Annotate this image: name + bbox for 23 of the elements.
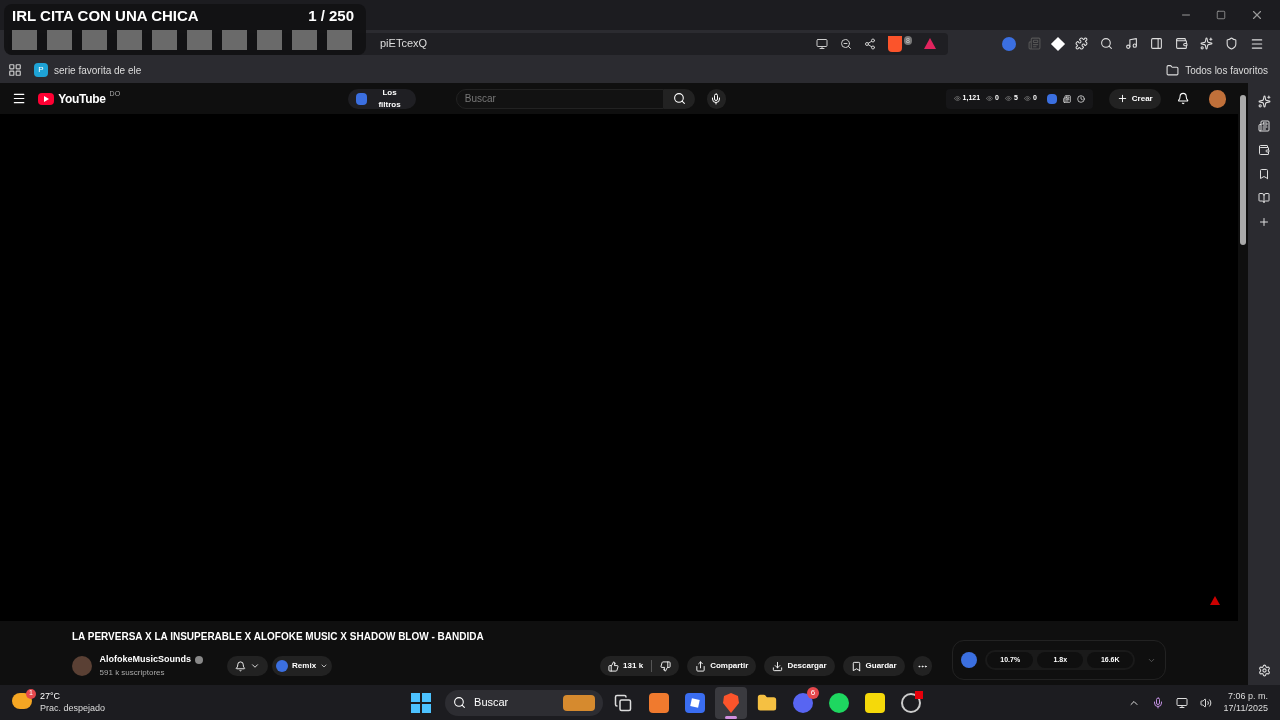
clock-time: 7:06 p. m. xyxy=(1227,691,1268,703)
notification-badge: 6 xyxy=(807,686,820,699)
channel-name[interactable]: AlofokeMusicSounds xyxy=(99,653,192,667)
bookmark[interactable]: P serie favorita de ele xyxy=(34,62,142,78)
url-text: piETcexQ xyxy=(380,36,428,52)
search-text: Buscar xyxy=(474,695,509,711)
filters-button[interactable]: Los filtros xyxy=(348,88,416,109)
video-title: LA PERVERSA X LA INSUPERABLE X ALOFOKE MUSIC X SHADOW BLOW - BANDIDA xyxy=(72,630,485,644)
overlay-counter: 1 / 250 xyxy=(308,5,355,26)
weather-text: Prac. despejado xyxy=(40,702,106,714)
all-bookmarks[interactable]: Todos los favoritos xyxy=(1166,62,1272,78)
action-button[interactable]: Descargar xyxy=(764,656,835,676)
subscriber-count: 591 k suscriptores xyxy=(99,666,166,679)
action-button[interactable]: Compartir xyxy=(687,656,757,676)
create-button[interactable]: Crear xyxy=(1108,88,1161,109)
temperature: 27°C xyxy=(40,691,62,703)
action-button[interactable]: Guardar xyxy=(842,656,905,676)
overlay-title: IRL CITA CON UNA CHICA xyxy=(12,5,199,26)
taskbar-search[interactable]: Buscar xyxy=(445,689,604,716)
search-field[interactable]: Buscar xyxy=(455,88,665,109)
remix-button[interactable]: Remix xyxy=(272,656,333,676)
taskbar-app[interactable]: 6 xyxy=(787,686,820,719)
clock-date: 17/11/2025 xyxy=(1223,702,1268,714)
